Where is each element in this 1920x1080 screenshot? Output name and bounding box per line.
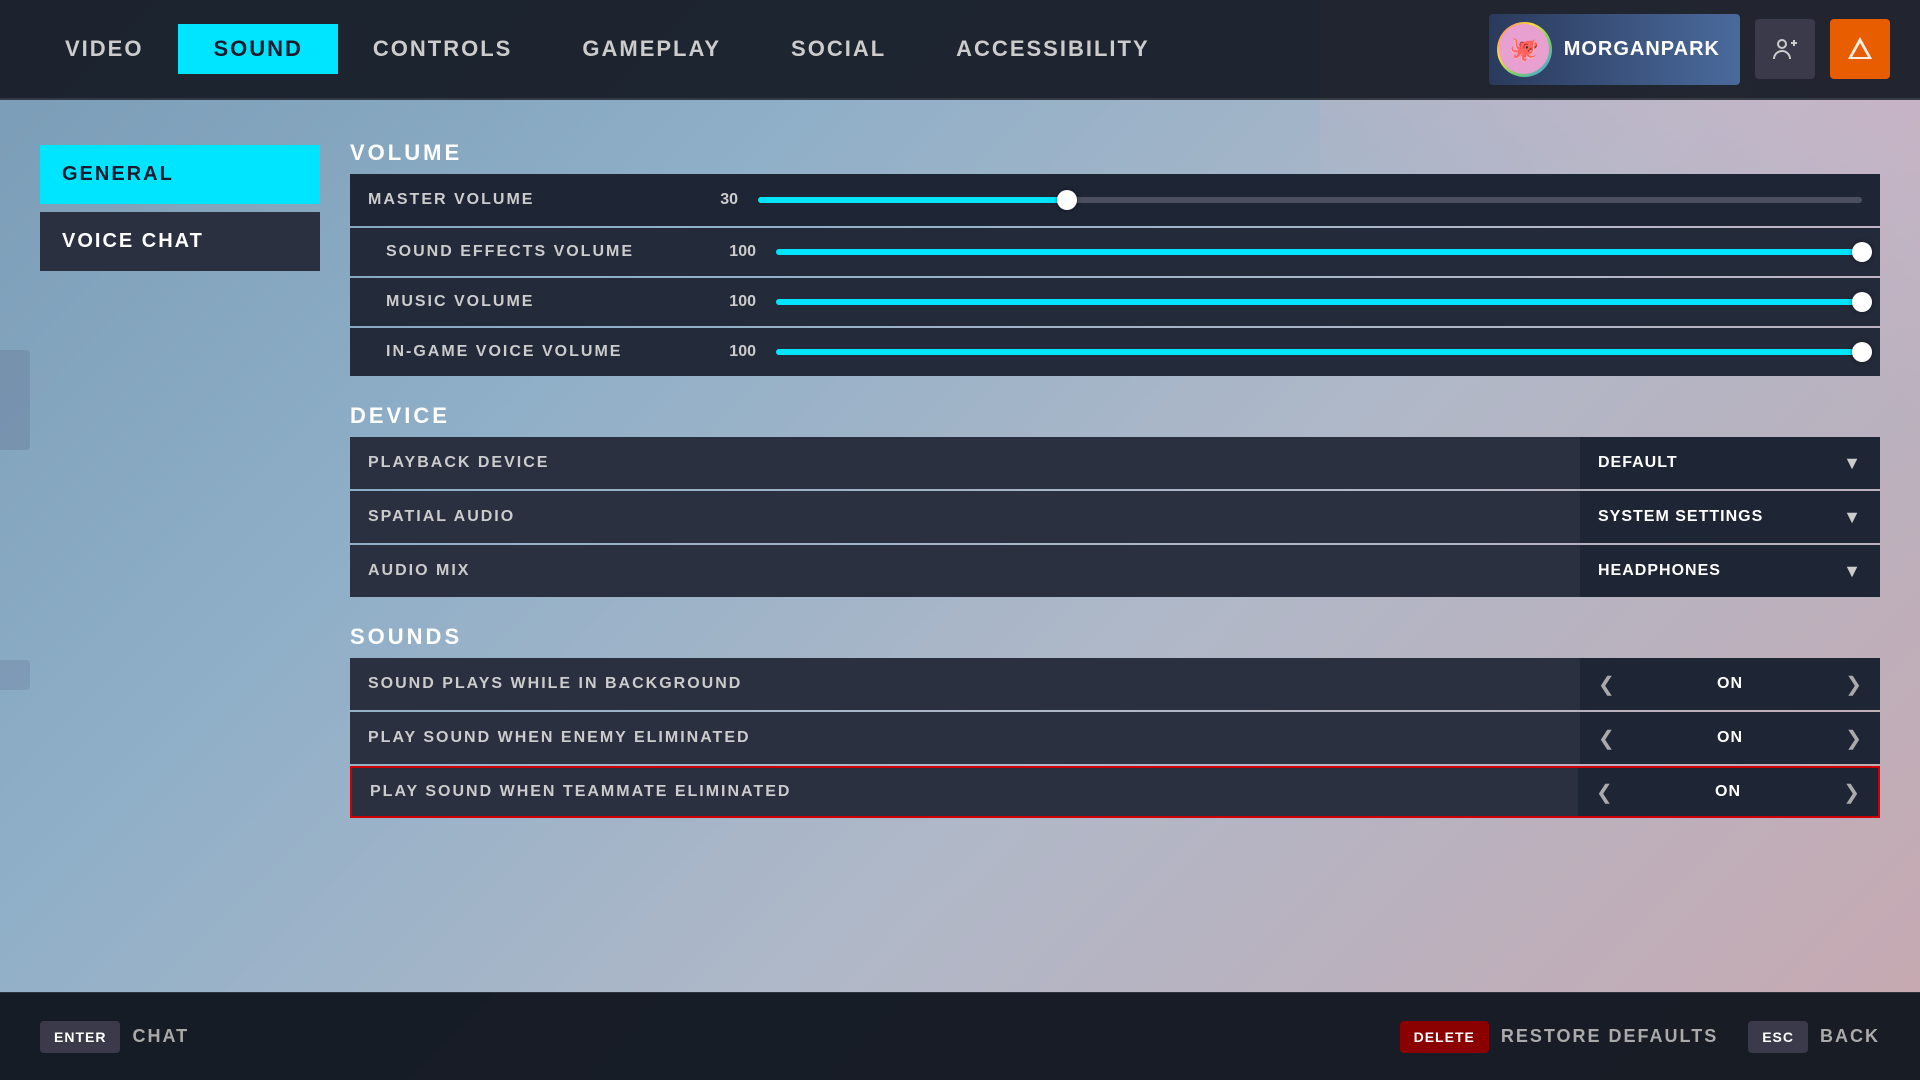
music-volume-value: 100 [706,293,756,311]
background-sound-control: ❮ ON ❯ [1580,658,1880,710]
music-volume-row: MUSIC VOLUME 100 [350,278,1880,326]
enemy-elim-label: PLAY SOUND WHEN ENEMY ELIMINATED [350,729,1580,747]
master-volume-label: MASTER VOLUME [368,191,688,209]
tab-sound[interactable]: SOUND [178,24,337,74]
tab-social[interactable]: SOCIAL [756,26,921,72]
main-content: GENERAL VOICE CHAT VOLUME MASTER VOLUME … [0,110,1920,990]
playback-device-value: DEFAULT [1598,454,1678,472]
audio-mix-row: AUDIO MIX HEADPHONES ▼ [350,545,1880,597]
background-sound-row: SOUND PLAYS WHILE IN BACKGROUND ❮ ON ❯ [350,658,1880,710]
avatar: 🐙 [1497,22,1552,77]
audio-mix-chevron-icon: ▼ [1843,561,1862,582]
tab-accessibility[interactable]: ACCESSIBILITY [921,26,1184,72]
back-action: ESC BACK [1748,1021,1880,1053]
voice-volume-row: IN-GAME VOICE VOLUME 100 [350,328,1880,376]
audio-mix-select[interactable]: HEADPHONES ▼ [1580,545,1880,597]
teammate-elim-label: PLAY SOUND WHEN TEAMMATE ELIMINATED [352,783,1578,801]
teammate-elim-row: PLAY SOUND WHEN TEAMMATE ELIMINATED ❮ ON… [350,766,1880,818]
user-profile[interactable]: 🐙 MORGANPARK [1489,14,1740,85]
voice-volume-value: 100 [706,343,756,361]
master-volume-thumb[interactable] [1057,190,1077,210]
device-section: DEVICE PLAYBACK DEVICE DEFAULT ▼ SPATIAL… [350,403,1880,599]
restore-defaults-action: DELETE RESTORE DEFAULTS [1400,1021,1719,1053]
audio-mix-value: HEADPHONES [1598,562,1721,580]
music-volume-fill [776,299,1862,305]
teammate-elim-prev[interactable]: ❮ [1596,780,1613,805]
enemy-elim-prev[interactable]: ❮ [1598,726,1615,751]
back-label: BACK [1820,1026,1880,1047]
master-volume-value: 30 [688,191,738,209]
music-volume-label: MUSIC VOLUME [386,293,706,311]
teammate-elim-value: ON [1715,783,1741,801]
valorant-icon [1846,35,1874,63]
playback-device-label: PLAYBACK DEVICE [350,454,1580,472]
sounds-group: SOUND PLAYS WHILE IN BACKGROUND ❮ ON ❯ P… [350,658,1880,820]
spatial-audio-select[interactable]: SYSTEM SETTINGS ▼ [1580,491,1880,543]
background-sound-next[interactable]: ❯ [1845,672,1862,697]
device-group: PLAYBACK DEVICE DEFAULT ▼ SPATIAL AUDIO … [350,437,1880,599]
avatar-image: 🐙 [1499,24,1549,74]
voice-volume-thumb[interactable] [1852,342,1872,362]
master-volume-track[interactable] [758,197,1862,203]
music-volume-thumb[interactable] [1852,292,1872,312]
sfx-volume-track[interactable] [776,249,1862,255]
sounds-title: SOUNDS [350,624,1880,650]
friend-icon [1771,35,1799,63]
user-area: 🐙 MORGANPARK [1489,14,1890,85]
sounds-section: SOUNDS SOUND PLAYS WHILE IN BACKGROUND ❮… [350,624,1880,820]
sidebar-item-general[interactable]: GENERAL [40,145,320,204]
music-volume-track[interactable] [776,299,1862,305]
volume-title: VOLUME [350,140,1880,166]
right-actions: DELETE RESTORE DEFAULTS ESC BACK [1400,1021,1880,1053]
tab-controls[interactable]: CONTROLS [338,26,547,72]
playback-chevron-icon: ▼ [1843,453,1862,474]
playback-device-select[interactable]: DEFAULT ▼ [1580,437,1880,489]
spatial-audio-row: SPATIAL AUDIO SYSTEM SETTINGS ▼ [350,491,1880,543]
device-title: DEVICE [350,403,1880,429]
voice-volume-label: IN-GAME VOICE VOLUME [386,343,706,361]
voice-volume-fill [776,349,1862,355]
sfx-volume-value: 100 [706,243,756,261]
sidebar: GENERAL VOICE CHAT [40,130,320,970]
master-volume-row: MASTER VOLUME 30 [350,174,1880,226]
enemy-elim-value: ON [1717,729,1743,747]
volume-group: MASTER VOLUME 30 SOUND EFFECTS VOLUME 10… [350,174,1880,378]
settings-panel: VOLUME MASTER VOLUME 30 SOUND EFFECTS VO… [350,130,1880,970]
restore-defaults-label: RESTORE DEFAULTS [1501,1026,1718,1047]
bottom-bar: ENTER CHAT DELETE RESTORE DEFAULTS ESC B… [0,992,1920,1080]
background-sound-value: ON [1717,675,1743,693]
spatial-audio-label: SPATIAL AUDIO [350,508,1580,526]
esc-key-badge: ESC [1748,1021,1808,1053]
chat-label: CHAT [132,1026,189,1047]
spatial-audio-chevron-icon: ▼ [1843,507,1862,528]
background-sound-prev[interactable]: ❮ [1598,672,1615,697]
sfx-volume-label: SOUND EFFECTS VOLUME [386,243,706,261]
teammate-elim-next[interactable]: ❯ [1843,780,1860,805]
tab-video[interactable]: VIDEO [30,26,178,72]
volume-section: VOLUME MASTER VOLUME 30 SOUND EFFECTS VO… [350,140,1880,378]
voice-volume-track[interactable] [776,349,1862,355]
friend-icon-button[interactable] [1755,19,1815,79]
chat-action: ENTER CHAT [40,1021,189,1053]
sfx-volume-row: SOUND EFFECTS VOLUME 100 [350,228,1880,276]
enemy-elim-control: ❮ ON ❯ [1580,712,1880,764]
sidebar-item-voice-chat[interactable]: VOICE CHAT [40,212,320,271]
valorant-icon-button[interactable] [1830,19,1890,79]
username-label: MORGANPARK [1564,38,1720,61]
enter-key-badge: ENTER [40,1021,120,1053]
top-nav: VIDEO SOUND CONTROLS GAMEPLAY SOCIAL ACC… [0,0,1920,100]
sfx-volume-fill [776,249,1862,255]
audio-mix-label: AUDIO MIX [350,562,1580,580]
spatial-audio-value: SYSTEM SETTINGS [1598,508,1763,526]
enemy-elim-row: PLAY SOUND WHEN ENEMY ELIMINATED ❮ ON ❯ [350,712,1880,764]
sfx-volume-thumb[interactable] [1852,242,1872,262]
delete-key-badge: DELETE [1400,1021,1489,1053]
background-sound-label: SOUND PLAYS WHILE IN BACKGROUND [350,675,1580,693]
enemy-elim-next[interactable]: ❯ [1845,726,1862,751]
playback-device-row: PLAYBACK DEVICE DEFAULT ▼ [350,437,1880,489]
teammate-elim-control: ❮ ON ❯ [1578,768,1878,816]
nav-tabs: VIDEO SOUND CONTROLS GAMEPLAY SOCIAL ACC… [30,24,1489,74]
master-volume-fill [758,197,1067,203]
tab-gameplay[interactable]: GAMEPLAY [547,26,756,72]
